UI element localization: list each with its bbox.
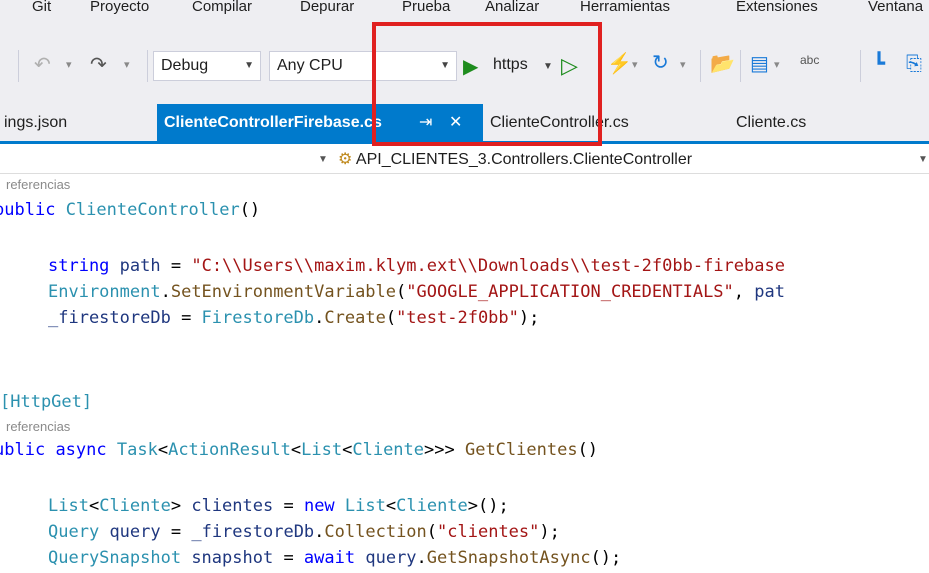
code-text: QuerySnapshot snapshot = await query.Get… xyxy=(48,548,622,568)
copy-icon[interactable]: ⎘ xyxy=(906,54,922,74)
align-icon[interactable]: ┗ xyxy=(873,54,885,74)
member-dropdown[interactable]: ⚙ API_CLIENTES_3.Controllers.ClienteCont… xyxy=(338,149,918,169)
tab-cliente[interactable]: Cliente.cs xyxy=(736,104,856,141)
chevron-down-icon: ▼ xyxy=(543,61,553,72)
menu-ventana[interactable]: Ventana xyxy=(868,0,923,15)
code-text: Query query = _firestoreDb.Collection("c… xyxy=(48,522,560,542)
window-icon[interactable]: ▤ xyxy=(750,54,769,74)
tab-label: Cliente.cs xyxy=(736,114,807,131)
chevron-down-icon[interactable]: ▾ xyxy=(124,60,130,71)
run-profile-label: https xyxy=(493,56,528,73)
undo-icon[interactable]: ↶ xyxy=(34,55,51,75)
code-line: List<Cliente> clientes = new List<Client… xyxy=(48,496,509,516)
platform-select[interactable]: Any CPU ▼ xyxy=(269,51,457,81)
code-line: string path = "C:\\Users\\maxim.klym.ext… xyxy=(48,256,785,276)
code-line: public ClienteController() xyxy=(0,200,260,220)
code-text: ublic ClienteController() xyxy=(4,200,261,220)
document-tabs: ings.json ClienteControllerFirebase.cs ⇥… xyxy=(0,104,929,141)
code-line: QuerySnapshot snapshot = await query.Get… xyxy=(48,548,621,568)
tab-label: ClienteController.cs xyxy=(490,114,629,131)
code-text: [HttpGet] xyxy=(0,392,93,412)
chevron-down-icon[interactable]: ▾ xyxy=(632,60,638,71)
chevron-down-icon: ▼ xyxy=(440,60,450,71)
tab-cliente-controller[interactable]: ClienteController.cs xyxy=(490,104,690,141)
code-line: [HttpGet] xyxy=(0,392,92,412)
menu-bar: Git Proyecto Compilar Depurar Prueba Ana… xyxy=(0,0,929,26)
code-text: Environment.SetEnvironmentVariable("GOOG… xyxy=(48,282,785,302)
references-codelens[interactable]: referencias xyxy=(6,419,70,434)
code-text: string path = "C:\\Users\\maxim.klym.ext… xyxy=(48,256,785,276)
code-line: ublic async Task<ActionResult<List<Clien… xyxy=(0,440,598,460)
configuration-value: Debug xyxy=(161,57,209,74)
spell-check-icon[interactable]: abc xyxy=(800,54,819,66)
toolbar-separator xyxy=(700,50,701,82)
play-icon: ▶ xyxy=(463,56,479,78)
chevron-down-icon[interactable]: ▾ xyxy=(680,60,686,71)
start-debugging-button[interactable]: ▶ https ▼ ▷ xyxy=(463,52,578,82)
tab-label: ClienteControllerFirebase.cs xyxy=(164,114,382,131)
references-codelens[interactable]: referencias xyxy=(6,177,70,192)
class-icon: ⚙ xyxy=(338,151,353,168)
hot-reload-icon[interactable]: ⚡ xyxy=(607,54,632,74)
menu-herramientas[interactable]: Herramientas xyxy=(580,0,670,15)
tab-cliente-controller-firebase[interactable]: ClienteControllerFirebase.cs ⇥ ✕ xyxy=(157,104,483,141)
code-editor[interactable]: referencias public ClienteController() s… xyxy=(0,174,929,573)
chevron-down-icon: ▼ xyxy=(244,60,254,71)
configuration-select[interactable]: Debug ▼ xyxy=(153,51,261,81)
refresh-icon[interactable]: ↻ xyxy=(652,53,669,73)
chevron-down-icon[interactable]: ▾ xyxy=(66,60,72,71)
chevron-down-icon[interactable]: ▾ xyxy=(774,60,780,71)
chevron-down-icon[interactable]: ▼ xyxy=(918,154,928,165)
chevron-down-icon[interactable]: ▼ xyxy=(318,154,328,165)
menu-compilar[interactable]: Compilar xyxy=(192,0,252,15)
code-line: _firestoreDb = FirestoreDb.Create("test-… xyxy=(48,308,539,328)
member-dropdown-value: API_CLIENTES_3.Controllers.ClienteContro… xyxy=(355,151,693,168)
code-line: Environment.SetEnvironmentVariable("GOOG… xyxy=(48,282,785,302)
menu-depurar[interactable]: Depurar xyxy=(300,0,354,15)
toolbar-separator xyxy=(740,50,741,82)
toolbar-separator xyxy=(860,50,861,82)
code-text: List<Cliente> clientes = new List<Client… xyxy=(48,496,509,516)
code-text: _firestoreDb = FirestoreDb.Create("test-… xyxy=(48,308,540,328)
redo-icon[interactable]: ↷ xyxy=(90,55,107,75)
tab-label: ings.json xyxy=(4,114,68,131)
pin-icon[interactable]: ⇥ xyxy=(419,104,432,141)
close-icon[interactable]: ✕ xyxy=(449,104,462,141)
menu-extensiones[interactable]: Extensiones xyxy=(736,0,818,15)
start-without-debugging-icon: ▷ xyxy=(561,53,578,78)
tab-settings-json[interactable]: ings.json xyxy=(0,104,161,141)
menu-proyecto[interactable]: Proyecto xyxy=(90,0,149,15)
navigation-bar: ▼ ⚙ API_CLIENTES_3.Controllers.ClienteCo… xyxy=(0,144,929,174)
menu-analizar[interactable]: Analizar xyxy=(485,0,539,15)
toolbar-separator xyxy=(147,50,148,82)
toolbar-separator xyxy=(18,50,19,82)
platform-value: Any CPU xyxy=(277,57,343,74)
folder-icon[interactable]: 📂 xyxy=(710,54,735,74)
code-line: Query query = _firestoreDb.Collection("c… xyxy=(48,522,560,542)
menu-prueba[interactable]: Prueba xyxy=(402,0,450,15)
code-text: ublic async Task<ActionResult<List<Clien… xyxy=(0,440,599,460)
menu-git[interactable]: Git xyxy=(32,0,51,15)
